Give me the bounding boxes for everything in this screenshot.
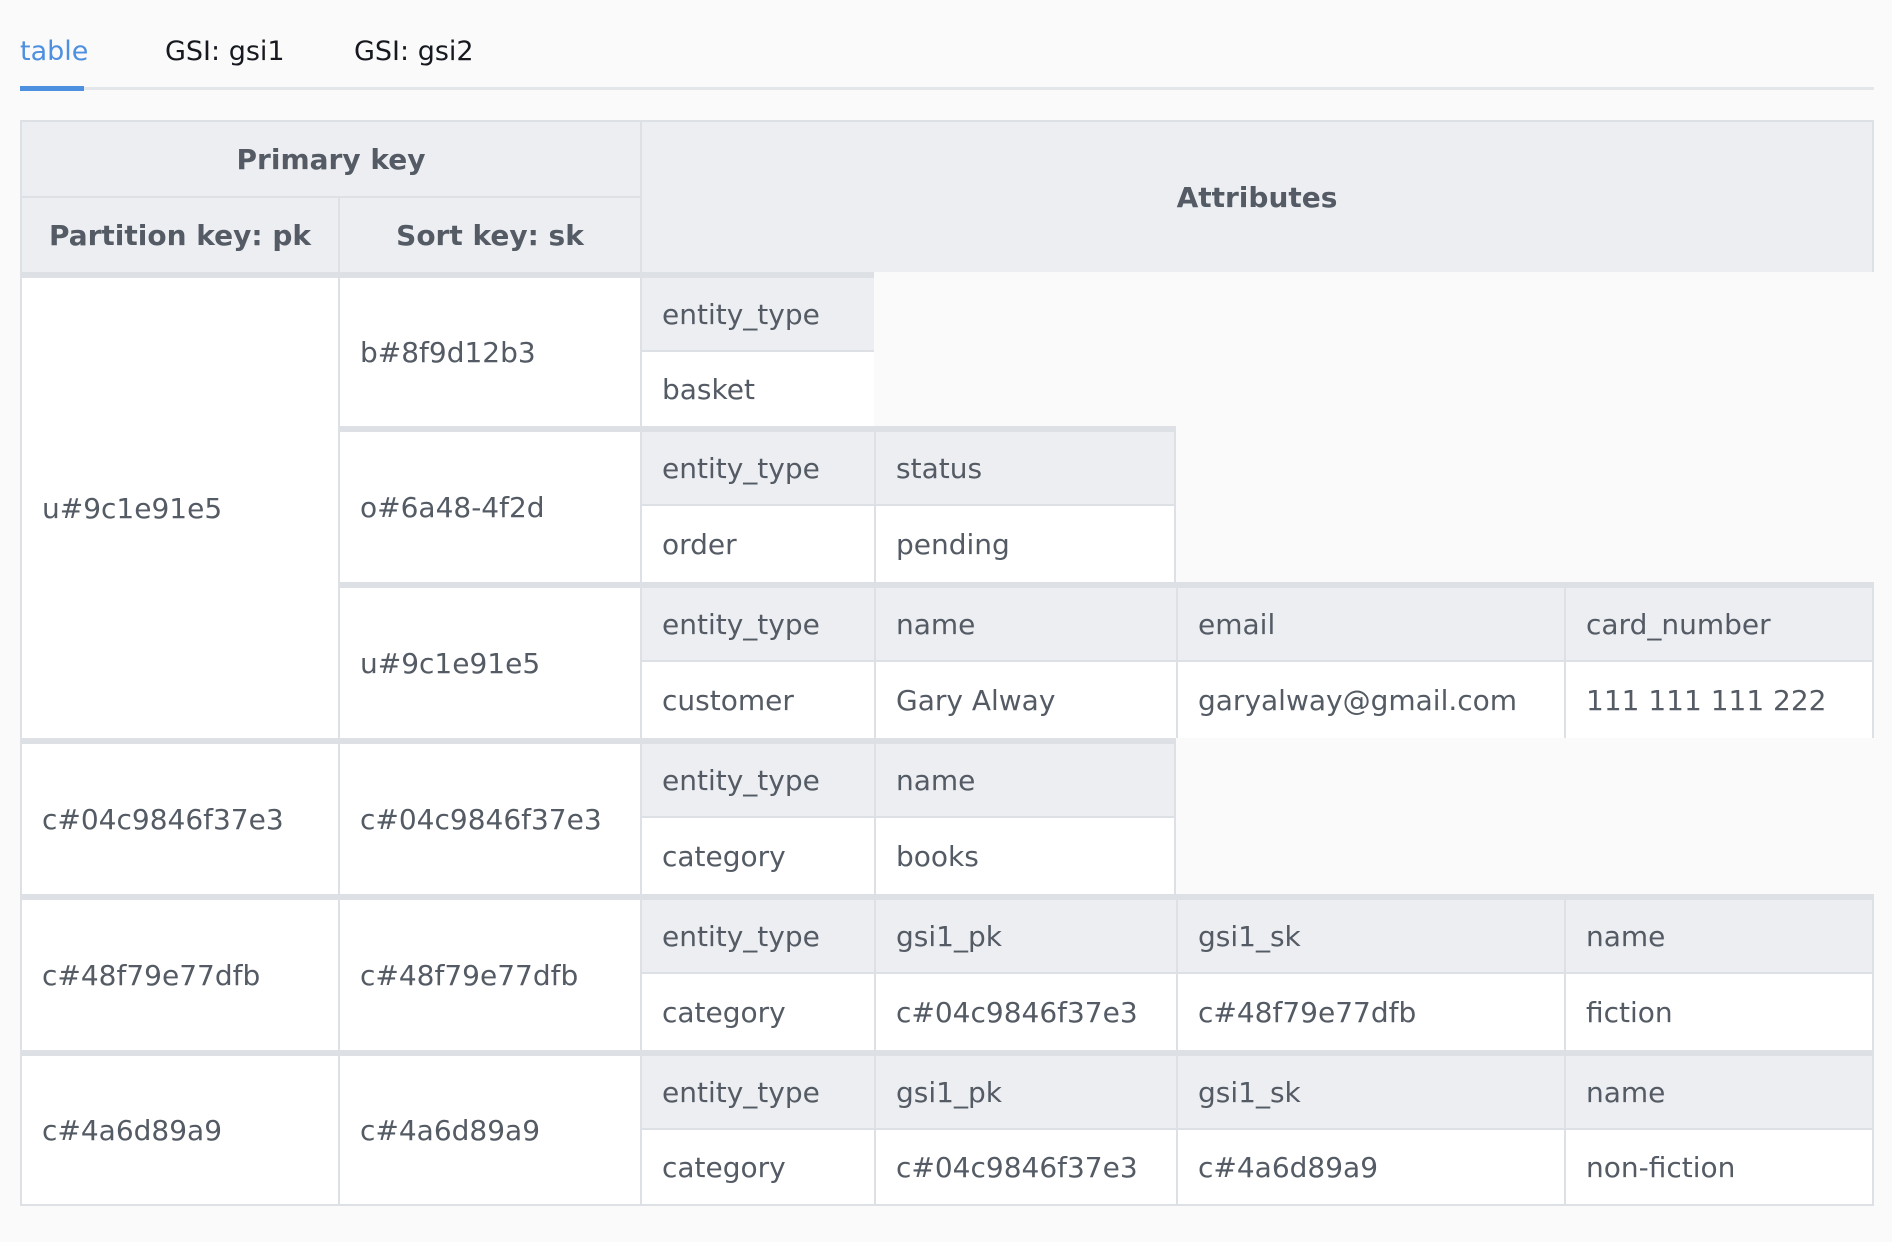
partition-key-cell: c#48f79e77dfb (20, 894, 338, 1050)
tab-table[interactable]: table (20, 32, 88, 72)
attribute-name: entity_type (640, 1050, 874, 1128)
attribute-name: name (874, 738, 1176, 816)
primary-key-header: Primary key (20, 120, 640, 196)
attribute-name: entity_type (640, 582, 874, 660)
attribute-value: c#48f79e77dfb (1176, 972, 1564, 1050)
attribute-name: name (1564, 1050, 1874, 1128)
attribute-value: c#4a6d89a9 (1176, 1128, 1564, 1206)
attribute-name: gsi1_sk (1176, 894, 1564, 972)
sort-key-cell: c#48f79e77dfb (338, 894, 640, 1050)
attribute-name: entity_type (640, 738, 874, 816)
tab-bar-divider (20, 87, 1874, 90)
tab-gsi2[interactable]: GSI: gsi2 (354, 32, 474, 72)
dynamodb-table-view: table GSI: gsi1 GSI: gsi2 Primary key At… (0, 0, 1892, 1242)
attribute-value: garyalway@gmail.com (1176, 660, 1564, 738)
attribute-value: basket (640, 350, 874, 426)
attribute-name: name (874, 582, 1176, 660)
attribute-value: pending (874, 504, 1176, 582)
tab-gsi1[interactable]: GSI: gsi1 (165, 32, 285, 72)
sort-key-header: Sort key: sk (338, 196, 640, 272)
attribute-value: category (640, 816, 874, 894)
attribute-value: 111 111 111 222 (1564, 660, 1874, 738)
attribute-value: c#04c9846f37e3 (874, 972, 1176, 1050)
attribute-value: category (640, 972, 874, 1050)
sort-key-cell: c#04c9846f37e3 (338, 738, 640, 894)
attribute-name: gsi1_pk (874, 894, 1176, 972)
attribute-value: Gary Alway (874, 660, 1176, 738)
attribute-name: card_number (1564, 582, 1874, 660)
sort-key-cell: o#6a48-4f2d (338, 426, 640, 582)
sort-key-cell: c#4a6d89a9 (338, 1050, 640, 1206)
sort-key-cell: u#9c1e91e5 (338, 582, 640, 738)
partition-key-cell: c#4a6d89a9 (20, 1050, 338, 1206)
attributes-header: Attributes (640, 120, 1874, 272)
partition-key-cell: c#04c9846f37e3 (20, 738, 338, 894)
attribute-name: status (874, 426, 1176, 504)
attribute-name: email (1176, 582, 1564, 660)
attribute-name: gsi1_sk (1176, 1050, 1564, 1128)
attribute-value: non-fiction (1564, 1128, 1874, 1206)
partition-key-header: Partition key: pk (20, 196, 338, 272)
attribute-name: entity_type (640, 426, 874, 504)
attribute-name: entity_type (640, 272, 874, 350)
sort-key-cell: b#8f9d12b3 (338, 272, 640, 426)
item-table: Primary key Attributes Partition key: pk… (20, 120, 1874, 1207)
attribute-value: category (640, 1128, 874, 1206)
attribute-value: fiction (1564, 972, 1874, 1050)
attribute-name: entity_type (640, 894, 874, 972)
active-tab-indicator (20, 86, 84, 91)
attribute-value: books (874, 816, 1176, 894)
attribute-name: name (1564, 894, 1874, 972)
attribute-value: order (640, 504, 874, 582)
partition-key-cell: u#9c1e91e5 (20, 272, 338, 738)
attribute-value: c#04c9846f37e3 (874, 1128, 1176, 1206)
attribute-name: gsi1_pk (874, 1050, 1176, 1128)
attribute-value: customer (640, 660, 874, 738)
tab-bar: table GSI: gsi1 GSI: gsi2 (20, 0, 1874, 92)
